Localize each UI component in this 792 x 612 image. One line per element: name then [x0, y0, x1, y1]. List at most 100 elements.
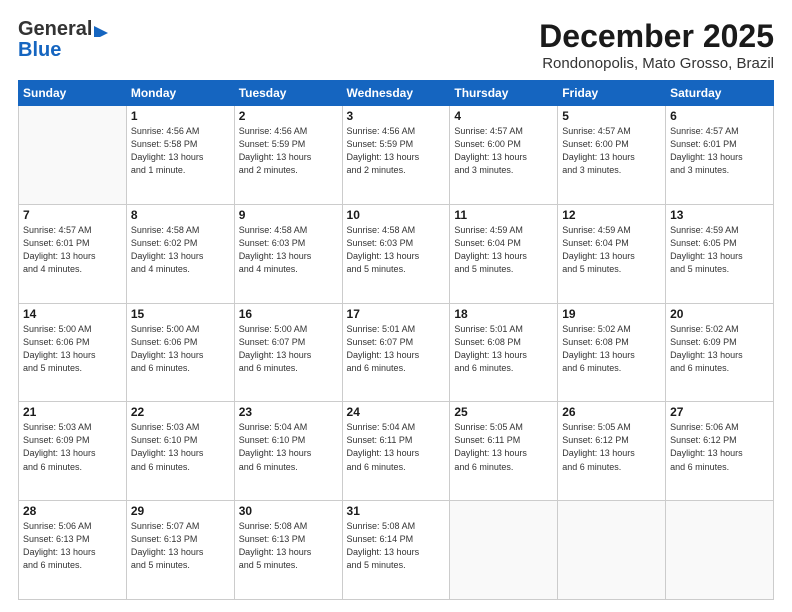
day-number: 29	[131, 504, 230, 518]
day-number: 26	[562, 405, 661, 419]
calendar-cell: 4Sunrise: 4:57 AM Sunset: 6:00 PM Daylig…	[450, 106, 558, 205]
day-number: 12	[562, 208, 661, 222]
day-info: Sunrise: 5:00 AM Sunset: 6:07 PM Dayligh…	[239, 323, 338, 375]
weekday-header-cell: Friday	[558, 81, 666, 106]
day-info: Sunrise: 5:08 AM Sunset: 6:13 PM Dayligh…	[239, 520, 338, 572]
calendar-cell	[558, 501, 666, 600]
calendar-week-row: 28 Sunrise: 5:06 AM Sunset: 6:13 PM Dayli…	[19, 501, 774, 600]
day-info: Sunrise: 4:58 AM Sunset: 6:03 PM Dayligh…	[239, 224, 338, 276]
calendar-cell: 27 Sunrise: 5:06 AM Sunset: 6:12 PM Dayli…	[666, 402, 774, 501]
calendar-cell: 1 Sunrise: 4:56 AM Sunset: 5:58 PM Daylig…	[126, 106, 234, 205]
calendar-cell: 29 Sunrise: 5:07 AM Sunset: 6:13 PM Dayli…	[126, 501, 234, 600]
calendar-cell: 31 Sunrise: 5:08 AM Sunset: 6:14 PM Dayli…	[342, 501, 450, 600]
logo-blue: Blue	[18, 40, 61, 60]
day-info: Sunrise: 5:06 AM Sunset: 6:12 PM Dayligh…	[670, 421, 769, 473]
calendar-week-row: 14 Sunrise: 5:00 AM Sunset: 6:06 PM Dayli…	[19, 303, 774, 402]
calendar-cell: 19 Sunrise: 5:02 AM Sunset: 6:08 PM Dayli…	[558, 303, 666, 402]
calendar-cell: 2 Sunrise: 4:56 AM Sunset: 5:59 PM Daylig…	[234, 106, 342, 205]
day-number: 1	[131, 109, 230, 123]
weekday-header-cell: Thursday	[450, 81, 558, 106]
calendar-cell: 5 Sunrise: 4:57 AM Sunset: 6:00 PM Daylig…	[558, 106, 666, 205]
calendar-cell: 11Sunrise: 4:59 AM Sunset: 6:04 PM Dayli…	[450, 204, 558, 303]
calendar-cell: 17Sunrise: 5:01 AM Sunset: 6:07 PM Dayli…	[342, 303, 450, 402]
day-number: 25	[454, 405, 553, 419]
day-number: 5	[562, 109, 661, 123]
calendar-cell: 18 Sunrise: 5:01 AM Sunset: 6:08 PM Dayli…	[450, 303, 558, 402]
day-info: Sunrise: 5:06 AM Sunset: 6:13 PM Dayligh…	[23, 520, 122, 572]
calendar-cell: 10Sunrise: 4:58 AM Sunset: 6:03 PM Dayli…	[342, 204, 450, 303]
day-number: 17	[347, 307, 446, 321]
day-info: Sunrise: 5:05 AM Sunset: 6:12 PM Dayligh…	[562, 421, 661, 473]
day-info: Sunrise: 5:00 AM Sunset: 6:06 PM Dayligh…	[23, 323, 122, 375]
day-info: Sunrise: 4:56 AM Sunset: 5:59 PM Dayligh…	[347, 125, 446, 177]
day-info: Sunrise: 4:57 AM Sunset: 6:01 PM Dayligh…	[23, 224, 122, 276]
day-number: 15	[131, 307, 230, 321]
calendar: SundayMondayTuesdayWednesdayThursdayFrid…	[18, 80, 774, 600]
day-info: Sunrise: 4:57 AM Sunset: 6:00 PM Dayligh…	[562, 125, 661, 177]
day-number: 28	[23, 504, 122, 518]
calendar-week-row: 1 Sunrise: 4:56 AM Sunset: 5:58 PM Daylig…	[19, 106, 774, 205]
calendar-body: 1 Sunrise: 4:56 AM Sunset: 5:58 PM Daylig…	[19, 106, 774, 600]
day-info: Sunrise: 5:03 AM Sunset: 6:09 PM Dayligh…	[23, 421, 122, 473]
page: General Blue December 2025 Rondonopolis,…	[0, 0, 792, 612]
day-info: Sunrise: 5:04 AM Sunset: 6:11 PM Dayligh…	[347, 421, 446, 473]
day-info: Sunrise: 4:56 AM Sunset: 5:58 PM Dayligh…	[131, 125, 230, 177]
calendar-cell: 25 Sunrise: 5:05 AM Sunset: 6:11 PM Dayli…	[450, 402, 558, 501]
day-number: 30	[239, 504, 338, 518]
day-number: 22	[131, 405, 230, 419]
day-info: Sunrise: 5:02 AM Sunset: 6:09 PM Dayligh…	[670, 323, 769, 375]
calendar-cell: 16 Sunrise: 5:00 AM Sunset: 6:07 PM Dayli…	[234, 303, 342, 402]
calendar-cell: 8Sunrise: 4:58 AM Sunset: 6:02 PM Daylig…	[126, 204, 234, 303]
day-info: Sunrise: 4:59 AM Sunset: 6:05 PM Dayligh…	[670, 224, 769, 276]
day-info: Sunrise: 4:57 AM Sunset: 6:01 PM Dayligh…	[670, 125, 769, 177]
weekday-header-cell: Sunday	[19, 81, 127, 106]
day-info: Sunrise: 5:01 AM Sunset: 6:08 PM Dayligh…	[454, 323, 553, 375]
logo-text: General	[18, 18, 108, 40]
calendar-cell: 6Sunrise: 4:57 AM Sunset: 6:01 PM Daylig…	[666, 106, 774, 205]
calendar-cell: 15Sunrise: 5:00 AM Sunset: 6:06 PM Dayli…	[126, 303, 234, 402]
day-number: 4	[454, 109, 553, 123]
day-info: Sunrise: 5:04 AM Sunset: 6:10 PM Dayligh…	[239, 421, 338, 473]
day-number: 2	[239, 109, 338, 123]
calendar-cell	[19, 106, 127, 205]
day-number: 31	[347, 504, 446, 518]
calendar-cell: 7Sunrise: 4:57 AM Sunset: 6:01 PM Daylig…	[19, 204, 127, 303]
calendar-cell: 3 Sunrise: 4:56 AM Sunset: 5:59 PM Daylig…	[342, 106, 450, 205]
calendar-cell: 24 Sunrise: 5:04 AM Sunset: 6:11 PM Dayli…	[342, 402, 450, 501]
day-number: 3	[347, 109, 446, 123]
month-title: December 2025	[539, 18, 774, 55]
calendar-cell	[450, 501, 558, 600]
day-number: 19	[562, 307, 661, 321]
day-number: 16	[239, 307, 338, 321]
day-number: 24	[347, 405, 446, 419]
calendar-cell: 9 Sunrise: 4:58 AM Sunset: 6:03 PM Daylig…	[234, 204, 342, 303]
day-info: Sunrise: 4:58 AM Sunset: 6:02 PM Dayligh…	[131, 224, 230, 276]
day-info: Sunrise: 5:02 AM Sunset: 6:08 PM Dayligh…	[562, 323, 661, 375]
location: Rondonopolis, Mato Grosso, Brazil	[539, 55, 774, 72]
calendar-cell: 23 Sunrise: 5:04 AM Sunset: 6:10 PM Dayli…	[234, 402, 342, 501]
calendar-cell: 14 Sunrise: 5:00 AM Sunset: 6:06 PM Dayli…	[19, 303, 127, 402]
calendar-week-row: 21Sunrise: 5:03 AM Sunset: 6:09 PM Dayli…	[19, 402, 774, 501]
calendar-cell: 20Sunrise: 5:02 AM Sunset: 6:09 PM Dayli…	[666, 303, 774, 402]
calendar-cell: 28 Sunrise: 5:06 AM Sunset: 6:13 PM Dayli…	[19, 501, 127, 600]
calendar-cell: 26 Sunrise: 5:05 AM Sunset: 6:12 PM Dayli…	[558, 402, 666, 501]
day-info: Sunrise: 4:58 AM Sunset: 6:03 PM Dayligh…	[347, 224, 446, 276]
day-number: 27	[670, 405, 769, 419]
day-info: Sunrise: 4:56 AM Sunset: 5:59 PM Dayligh…	[239, 125, 338, 177]
weekday-header-cell: Wednesday	[342, 81, 450, 106]
day-info: Sunrise: 5:05 AM Sunset: 6:11 PM Dayligh…	[454, 421, 553, 473]
day-info: Sunrise: 4:59 AM Sunset: 6:04 PM Dayligh…	[454, 224, 553, 276]
weekday-header: SundayMondayTuesdayWednesdayThursdayFrid…	[19, 81, 774, 106]
logo: General Blue	[18, 18, 108, 60]
day-number: 14	[23, 307, 122, 321]
day-number: 18	[454, 307, 553, 321]
day-number: 9	[239, 208, 338, 222]
calendar-cell: 30 Sunrise: 5:08 AM Sunset: 6:13 PM Dayli…	[234, 501, 342, 600]
day-info: Sunrise: 5:08 AM Sunset: 6:14 PM Dayligh…	[347, 520, 446, 572]
header: General Blue December 2025 Rondonopolis,…	[18, 18, 774, 72]
day-info: Sunrise: 5:07 AM Sunset: 6:13 PM Dayligh…	[131, 520, 230, 572]
calendar-cell: 22 Sunrise: 5:03 AM Sunset: 6:10 PM Dayli…	[126, 402, 234, 501]
day-info: Sunrise: 5:03 AM Sunset: 6:10 PM Dayligh…	[131, 421, 230, 473]
calendar-week-row: 7Sunrise: 4:57 AM Sunset: 6:01 PM Daylig…	[19, 204, 774, 303]
day-number: 23	[239, 405, 338, 419]
